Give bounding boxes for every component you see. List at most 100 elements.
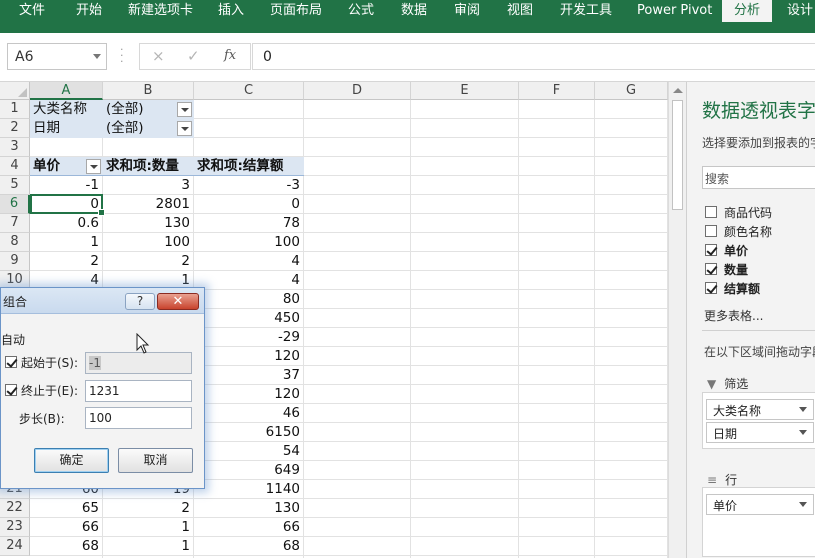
field-search-input[interactable]: 搜索 [702,166,815,189]
column-header[interactable]: C [194,82,304,100]
pivot-cell[interactable]: 1 [103,537,193,556]
start-checkbox[interactable] [5,356,17,368]
row-header[interactable]: 24 [0,537,30,556]
enter-icon[interactable]: ✓ [187,47,200,65]
pivot-cell[interactable]: 68 [194,537,303,556]
filter-field-pill[interactable]: 大类名称 [706,399,814,420]
row-label-filter-icon[interactable] [86,159,101,174]
field-checkbox[interactable] [705,263,717,275]
row-field-pill[interactable]: 单价 [706,494,814,515]
pivot-cell[interactable]: 1140 [194,480,303,499]
vertical-scrollbar[interactable] [668,82,686,558]
rows-area[interactable]: 单价 [702,487,815,557]
pivot-cell[interactable]: -3 [194,176,303,195]
pivot-cell[interactable]: 0.6 [30,214,102,233]
filter-label-cell[interactable]: 日期 [30,119,102,138]
row-header[interactable]: 2 [0,119,30,138]
filter-dropdown-icon[interactable] [177,121,192,136]
column-header[interactable]: A [30,82,103,100]
row-header[interactable]: 9 [0,252,30,271]
pivot-cell[interactable]: 130 [103,214,193,233]
column-header[interactable]: D [304,82,411,100]
pivot-cell[interactable]: 66 [194,518,303,537]
close-button[interactable]: ✕ [157,293,199,310]
filter-area[interactable]: 大类名称 日期 [702,392,815,449]
pivot-cell[interactable]: 4 [194,252,303,271]
end-input[interactable]: 1231 [85,380,192,402]
ribbon-tab[interactable]: Power Pivot [637,0,712,22]
pivot-cell[interactable]: 66 [30,518,102,537]
pivot-cell[interactable]: -1 [30,176,102,195]
help-button[interactable]: ? [125,293,155,310]
row-header[interactable]: 23 [0,518,30,537]
start-input[interactable]: -1 [85,352,192,374]
function-icon[interactable]: fx [224,48,236,63]
row-header[interactable]: 3 [0,138,30,157]
row-header[interactable]: 1 [0,100,30,119]
row-header[interactable]: 22 [0,499,30,518]
ribbon-tab[interactable]: 开发工具 [560,0,612,22]
cancel-icon[interactable]: × [152,47,165,65]
ribbon-tab[interactable]: 视图 [507,0,533,22]
pivot-cell[interactable]: 2 [103,252,193,271]
step-input[interactable]: 100 [85,407,192,429]
row-header[interactable]: 5 [0,176,30,195]
ribbon-tab[interactable]: 插入 [218,0,244,22]
ribbon-tab[interactable]: 数据 [401,0,427,22]
pivot-cell[interactable]: 1 [103,518,193,537]
cancel-button[interactable]: 取消 [118,448,193,473]
row-header[interactable]: 7 [0,214,30,233]
pivot-cell[interactable]: 120 [194,347,303,366]
pivot-cell[interactable]: 0 [194,195,303,214]
field-checkbox[interactable] [705,206,717,218]
pivot-cell[interactable]: 68 [30,537,102,556]
name-box[interactable]: A6 [7,43,107,70]
pivot-cell[interactable]: 130 [194,499,303,518]
pivot-cell[interactable]: 450 [194,309,303,328]
field-item[interactable]: 结算额 [705,279,760,297]
pivot-cell[interactable]: -29 [194,328,303,347]
filter-field-pill[interactable]: 日期 [706,422,814,443]
pivot-cell[interactable]: 80 [194,290,303,309]
pivot-cell[interactable]: 37 [194,366,303,385]
field-checkbox[interactable] [705,244,717,256]
pivot-cell[interactable]: 65 [30,499,102,518]
column-header[interactable]: E [411,82,519,100]
dialog-titlebar[interactable]: 组合 ? ✕ [1,288,204,314]
chevron-down-icon[interactable] [799,430,807,435]
ribbon-tab[interactable]: 开始 [76,0,102,22]
field-item[interactable]: 单价 [705,241,748,259]
row-header[interactable]: 6 [0,195,30,214]
ribbon-tab[interactable]: 分析 [722,0,773,22]
ribbon-tab[interactable]: 审阅 [454,0,480,22]
field-checkbox[interactable] [705,225,717,237]
pivot-cell[interactable]: 120 [194,385,303,404]
column-header[interactable]: F [519,82,595,100]
pivot-cell[interactable]: 2801 [103,195,193,214]
pivot-cell[interactable]: 54 [194,442,303,461]
ribbon-tab[interactable]: 页面布局 [270,0,322,22]
pivot-cell[interactable]: 3 [103,176,193,195]
select-all-corner[interactable] [0,82,30,100]
column-header[interactable]: B [103,82,194,100]
scroll-thumb[interactable] [672,100,683,210]
chevron-down-icon[interactable] [93,54,101,59]
pivot-cell[interactable]: 100 [194,233,303,252]
pivot-cell[interactable]: 2 [103,499,193,518]
pivot-cell[interactable]: 78 [194,214,303,233]
row-header[interactable]: 8 [0,233,30,252]
formula-input[interactable]: 0 [252,43,815,70]
ok-button[interactable]: 确定 [34,448,109,473]
chevron-down-icon[interactable] [799,407,807,412]
field-item[interactable]: 颜色名称 [705,222,772,240]
pivot-cell[interactable]: 649 [194,461,303,480]
field-item[interactable]: 数量 [705,260,748,278]
column-header[interactable]: G [595,82,668,100]
pivot-cell[interactable]: 2 [30,252,102,271]
row-header[interactable]: 4 [0,157,30,176]
filter-label-cell[interactable]: 大类名称 [30,100,102,119]
pivot-cell[interactable]: 46 [194,404,303,423]
field-checkbox[interactable] [705,282,717,294]
pivot-header-cell[interactable]: 求和项:数量 [103,157,193,176]
ribbon-tab[interactable]: 文件 [19,0,45,22]
